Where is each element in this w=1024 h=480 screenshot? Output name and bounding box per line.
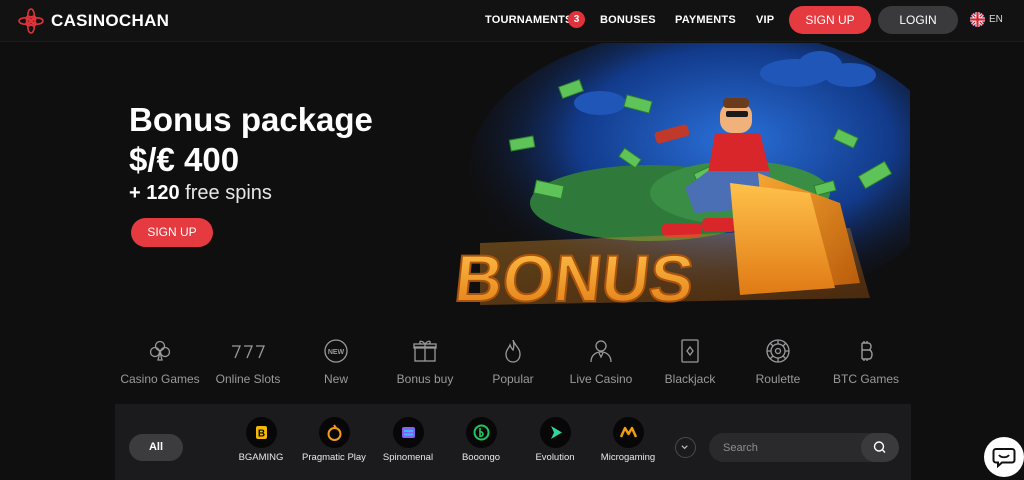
- category-label: New: [323, 372, 348, 386]
- nav-payments[interactable]: PAYMENTS: [675, 14, 736, 26]
- svg-text:NEW: NEW: [328, 349, 345, 356]
- provider-name: Spinomenal: [382, 452, 434, 463]
- flame-icon: [505, 339, 521, 363]
- provider-name: Pragmatic Play: [302, 452, 366, 463]
- category-casino-games[interactable]: Casino Games: [115, 338, 205, 386]
- spins-text: free spins: [185, 182, 272, 204]
- uk-flag-icon: [970, 12, 985, 27]
- language-code: EN: [989, 14, 1003, 25]
- hero-amount: $/€ 400: [129, 141, 240, 178]
- booongo-logo-icon: [465, 417, 497, 448]
- bonus-illustration: BONUS: [450, 43, 910, 317]
- provider-pragmatic-play[interactable]: Pragmatic Play: [298, 417, 370, 463]
- header-login-button[interactable]: LOGIN: [878, 6, 958, 34]
- category-label: Roulette: [755, 372, 801, 386]
- header-signup-button[interactable]: SIGN UP: [789, 6, 871, 34]
- provider-evolution[interactable]: Evolution: [519, 417, 591, 463]
- svg-text:B: B: [257, 429, 264, 440]
- spinomenal-logo-icon: [392, 417, 424, 448]
- club-icon: [149, 340, 171, 361]
- roulette-icon: [766, 339, 790, 363]
- language-selector[interactable]: EN: [970, 12, 1003, 27]
- bitcoin-icon: [861, 341, 873, 361]
- evolution-logo-icon: [539, 417, 571, 448]
- brand-name: CASINOCHAN: [51, 11, 170, 30]
- provider-name: Microgaming: [600, 452, 656, 463]
- tournaments-count-badge: 3: [568, 11, 585, 28]
- provider-filter-bar: All B BGAMING Pragmatic Play Spinomenal …: [115, 404, 911, 480]
- category-popular[interactable]: Popular: [468, 338, 558, 386]
- bonus-art-text: BONUS: [451, 242, 697, 316]
- gift-box-icon: [413, 340, 437, 362]
- hero-banner: Bonus package $/€ 400 + 120 free spins S…: [0, 43, 1024, 323]
- bgaming-logo-icon: B: [245, 417, 277, 448]
- playing-card-icon: [681, 339, 699, 363]
- category-label: Popular: [492, 372, 534, 386]
- provider-microgaming[interactable]: Microgaming: [592, 417, 664, 463]
- nav-bonuses[interactable]: BONUSES: [600, 14, 656, 26]
- provider-name: Booongo: [461, 452, 501, 463]
- microgaming-logo-icon: [612, 417, 644, 448]
- category-blackjack[interactable]: Blackjack: [645, 338, 735, 386]
- category-label: Blackjack: [664, 372, 716, 386]
- pragmatic-logo-icon: [318, 417, 350, 448]
- sevens-icon: [232, 345, 265, 359]
- live-chat-button[interactable]: [984, 437, 1024, 477]
- nav-vip[interactable]: VIP: [756, 14, 774, 26]
- category-online-slots[interactable]: Online Slots: [203, 338, 293, 386]
- expand-providers-button[interactable]: [675, 437, 696, 458]
- flower-logo-icon: [18, 8, 44, 34]
- top-header: CASINOCHAN TOURNAMENTS 3 BONUSES PAYMENT…: [0, 0, 1024, 42]
- hero-free-spins: + 120 free spins: [129, 181, 272, 205]
- category-btc-games[interactable]: BTC Games: [821, 338, 911, 386]
- category-new[interactable]: NEW New: [291, 338, 381, 386]
- provider-spinomenal[interactable]: Spinomenal: [372, 417, 444, 463]
- category-label: BTC Games: [832, 372, 899, 386]
- search-icon: [873, 441, 886, 453]
- search-button[interactable]: [861, 433, 899, 462]
- spins-count: + 120: [129, 182, 180, 204]
- all-providers-button[interactable]: All: [129, 434, 183, 461]
- category-roulette[interactable]: Roulette: [733, 338, 823, 386]
- category-live-casino[interactable]: Live Casino: [556, 338, 646, 386]
- nav-tournaments[interactable]: TOURNAMENTS: [485, 14, 573, 26]
- provider-booongo[interactable]: Booongo: [445, 417, 517, 463]
- chat-bubble-icon: [992, 448, 1016, 469]
- category-label: Live Casino: [569, 372, 633, 386]
- provider-name: Evolution: [535, 452, 575, 463]
- chevron-down-icon: [681, 445, 688, 450]
- new-badge-icon: NEW: [324, 339, 348, 363]
- category-label: Online Slots: [215, 372, 281, 386]
- hero-signup-button[interactable]: SIGN UP: [131, 218, 213, 247]
- category-bonus-buy[interactable]: Bonus buy: [380, 338, 470, 386]
- search-input[interactable]: [723, 433, 853, 462]
- game-search: [709, 433, 899, 462]
- category-label: Bonus buy: [396, 372, 454, 386]
- brand-logo[interactable]: CASINOCHAN: [18, 8, 169, 34]
- casino-page: CASINOCHAN TOURNAMENTS 3 BONUSES PAYMENT…: [0, 0, 1024, 480]
- category-nav: Casino Games Online Slots NEW New Bonus …: [115, 338, 915, 394]
- dealer-icon: [590, 340, 612, 363]
- provider-name: BGAMING: [238, 452, 284, 463]
- category-label: Casino Games: [120, 372, 200, 386]
- provider-bgaming[interactable]: B BGAMING: [225, 417, 297, 463]
- hero-title: Bonus package: [129, 101, 373, 138]
